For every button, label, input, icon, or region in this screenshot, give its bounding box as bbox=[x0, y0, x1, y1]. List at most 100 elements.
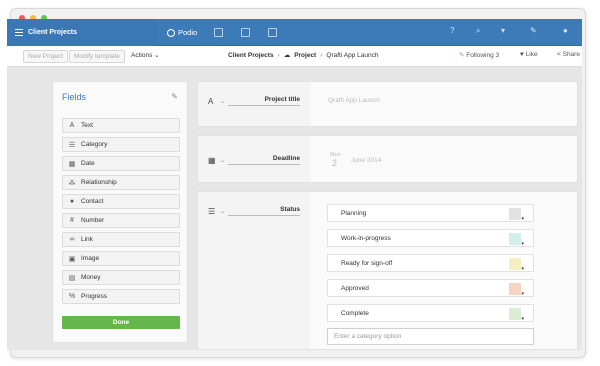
chevron-down-icon[interactable]: ⌄ bbox=[220, 98, 228, 105]
field-type-label: Number bbox=[81, 217, 105, 224]
following-icon: ✎ bbox=[459, 52, 465, 59]
field-type-label: Contact bbox=[81, 198, 104, 205]
share-icon: < bbox=[557, 51, 561, 58]
tasks-icon[interactable] bbox=[241, 28, 250, 37]
menu-icon[interactable] bbox=[15, 29, 23, 36]
chevron-down-icon[interactable]: ⌄ bbox=[220, 208, 228, 215]
share-button[interactable]: < Share bbox=[557, 51, 580, 58]
breadcrumb-app[interactable]: Client Projects bbox=[228, 52, 274, 59]
actions-label: Actions bbox=[131, 52, 153, 59]
project-title-field[interactable]: A ⌄ Project title Qrafti App Launch bbox=[197, 81, 578, 127]
new-category-option-input[interactable]: Enter a category option bbox=[327, 328, 534, 345]
deadline-input[interactable]: June 2014 bbox=[351, 157, 381, 164]
like-label: Like bbox=[525, 51, 538, 58]
chat-icon[interactable]: ● bbox=[563, 26, 568, 35]
field-type-contact[interactable]: ● Contact bbox=[62, 194, 180, 209]
calendar-icon: ▦ bbox=[68, 160, 76, 168]
category-icon: ☰ bbox=[208, 206, 216, 216]
category-option-label: Complete bbox=[341, 309, 369, 317]
new-project-button[interactable]: New Project bbox=[23, 50, 69, 63]
category-icon: ☰ bbox=[68, 141, 76, 149]
field-type-link[interactable]: ∞ Link bbox=[62, 232, 180, 247]
calendar-icon[interactable] bbox=[214, 28, 223, 37]
color-swatch[interactable] bbox=[509, 283, 521, 295]
category-option[interactable]: Approved ▾ bbox=[327, 279, 534, 297]
breadcrumb: Client Projects › ☁ Project › Qrafti App… bbox=[228, 51, 378, 60]
color-swatch[interactable] bbox=[509, 308, 521, 320]
breadcrumb-type[interactable]: Project bbox=[294, 52, 316, 59]
color-dropdown-icon[interactable]: ▾ bbox=[521, 291, 524, 297]
field-type-date[interactable]: ▦ Date bbox=[62, 156, 180, 171]
done-button[interactable]: Done bbox=[62, 316, 180, 329]
chevron-down-icon[interactable]: ⌄ bbox=[220, 157, 228, 164]
field-type-relationship[interactable]: ⁂ Relationship bbox=[62, 175, 180, 190]
link-icon: ∞ bbox=[69, 236, 75, 243]
field-type-progress[interactable]: % Progress bbox=[62, 289, 180, 304]
field-type-number[interactable]: # Number bbox=[62, 213, 180, 228]
relationship-icon: ⁂ bbox=[68, 179, 76, 187]
text-icon: A bbox=[208, 96, 214, 106]
podio-logo-icon bbox=[167, 28, 175, 37]
color-swatch[interactable] bbox=[509, 233, 521, 245]
field-type-text[interactable]: A Text bbox=[62, 118, 180, 133]
field-type-label: Text bbox=[81, 122, 93, 129]
category-option[interactable]: Work-in-progress ▾ bbox=[327, 229, 534, 247]
category-option[interactable]: Ready for sign-off ▾ bbox=[327, 254, 534, 272]
field-label[interactable]: Status bbox=[228, 206, 300, 216]
tools-icon[interactable]: ✎ bbox=[530, 26, 537, 35]
status-field[interactable]: ☰ ⌄ Status Planning ▾ Work-in-progress ▾ Rea… bbox=[197, 191, 578, 350]
field-type-label: Money bbox=[81, 274, 101, 281]
field-label-row: A ⌄ Project title bbox=[208, 96, 300, 106]
field-type-label: Link bbox=[81, 236, 93, 243]
color-swatch[interactable] bbox=[509, 258, 521, 270]
following-button[interactable]: ✎ Following 3 bbox=[459, 51, 499, 59]
chevron-down-icon: ⌄ bbox=[154, 52, 160, 59]
help-icon[interactable]: ? bbox=[450, 26, 454, 35]
category-option-label: Planning bbox=[341, 209, 367, 217]
field-type-image[interactable]: ▣ Image bbox=[62, 251, 180, 266]
category-option-label: Ready for sign-off bbox=[341, 259, 393, 267]
color-dropdown-icon[interactable]: ▾ bbox=[521, 216, 524, 222]
user-menu-icon[interactable]: ▾ bbox=[501, 26, 505, 35]
modify-template-button[interactable]: Modify template bbox=[69, 50, 125, 63]
field-type-category[interactable]: ☰ Category bbox=[62, 137, 180, 152]
field-type-money[interactable]: ▤ Money bbox=[62, 270, 180, 285]
field-type-label: Category bbox=[81, 141, 108, 148]
project-title-input[interactable]: Qrafti App Launch bbox=[328, 97, 380, 104]
category-option[interactable]: Planning ▾ bbox=[327, 204, 534, 222]
field-type-label: Date bbox=[81, 160, 95, 167]
like-button[interactable]: ♥ Like bbox=[520, 51, 538, 58]
following-label: Following bbox=[466, 52, 494, 59]
field-type-label: Image bbox=[81, 255, 100, 262]
fields-panel: Fields ✎ A Text ☰ Category ▦ Date ⁂ Relationshi… bbox=[52, 81, 188, 343]
item-toolbar: New Project Modify template Actions ⌄ Cl… bbox=[7, 46, 582, 67]
pin-icon[interactable]: ✎ bbox=[171, 92, 178, 101]
workspace-title: Client Projects bbox=[28, 29, 78, 36]
field-type-label: Progress bbox=[81, 293, 108, 300]
color-swatch[interactable] bbox=[509, 208, 521, 220]
reports-icon[interactable] bbox=[268, 28, 277, 37]
color-dropdown-icon[interactable]: ▾ bbox=[521, 266, 524, 272]
date-day: 2 bbox=[332, 158, 338, 168]
podio-home-link[interactable]: Podio bbox=[167, 19, 197, 46]
text-icon: A bbox=[69, 122, 75, 129]
category-option[interactable]: Complete ▾ bbox=[327, 304, 534, 322]
chevron-right-icon: › bbox=[277, 51, 280, 59]
category-option-label: Approved bbox=[341, 284, 369, 292]
field-type-label: Relationship bbox=[81, 179, 117, 186]
deadline-field[interactable]: ▦ ⌄ Deadline Mon 2 June 2014 bbox=[197, 135, 578, 183]
color-dropdown-icon[interactable]: ▾ bbox=[521, 241, 524, 247]
image-icon: ▣ bbox=[68, 255, 76, 263]
color-dropdown-icon[interactable]: ▾ bbox=[521, 316, 524, 322]
field-label[interactable]: Project title bbox=[228, 96, 300, 106]
field-label-row: ▦ ⌄ Deadline bbox=[208, 155, 300, 165]
workspace-switcher[interactable]: Client Projects bbox=[7, 19, 157, 46]
field-label[interactable]: Deadline bbox=[228, 155, 300, 165]
actions-dropdown[interactable]: Actions ⌄ bbox=[131, 51, 160, 59]
chevron-right-icon: › bbox=[320, 51, 323, 59]
cloud-icon: ☁ bbox=[283, 52, 291, 59]
calendar-icon: ▦ bbox=[208, 155, 216, 165]
number-icon: # bbox=[70, 217, 74, 224]
search-icon[interactable]: ⌕ bbox=[476, 26, 480, 36]
progress-icon: % bbox=[68, 293, 76, 300]
